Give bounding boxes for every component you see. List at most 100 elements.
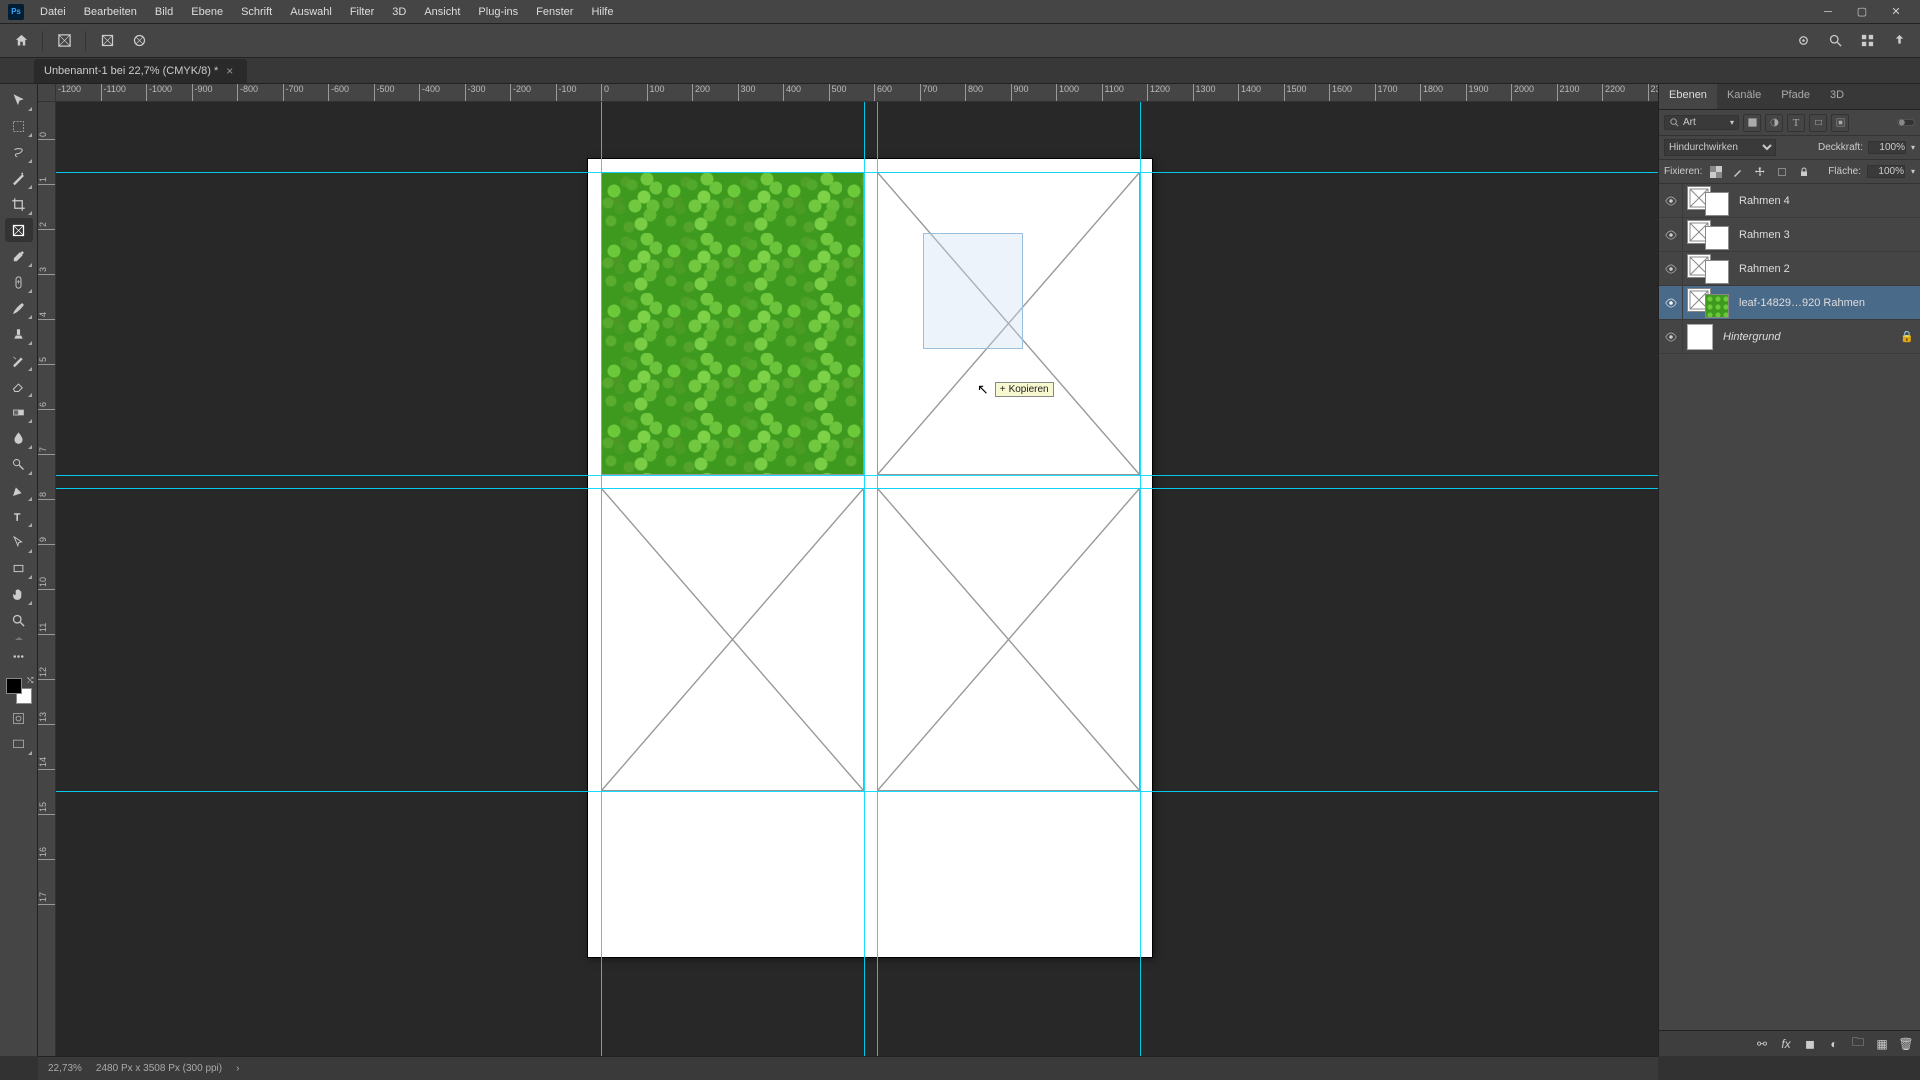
layer-rahmen-3[interactable]: Rahmen 3 — [1659, 218, 1920, 252]
layer-filter-search[interactable]: ▾ — [1664, 115, 1739, 130]
fill-input[interactable] — [1867, 165, 1905, 178]
filter-type-icon[interactable]: T — [1787, 114, 1805, 132]
menu-3d[interactable]: 3D — [384, 3, 414, 21]
filter-smartobject-icon[interactable] — [1831, 114, 1849, 132]
crop-tool[interactable] — [5, 192, 33, 216]
zoom-level[interactable]: 22,73% — [48, 1063, 82, 1074]
frame-4-empty[interactable] — [877, 488, 1140, 791]
foreground-color[interactable] — [6, 678, 22, 694]
tab-3d[interactable]: 3D — [1820, 84, 1854, 109]
frame-tool-indicator-icon[interactable] — [53, 30, 75, 52]
chevron-down-icon[interactable]: ▾ — [1911, 167, 1915, 176]
quickmask-icon[interactable] — [5, 706, 33, 730]
marquee-tool[interactable] — [5, 114, 33, 138]
visibility-toggle[interactable] — [1659, 252, 1683, 285]
tab-close-icon[interactable]: × — [226, 64, 233, 78]
doc-dimensions[interactable]: 2480 Px x 3508 Px (300 ppi) — [96, 1063, 222, 1074]
blend-mode-select[interactable]: Hindurchwirken — [1664, 139, 1776, 156]
tab-pfade[interactable]: Pfade — [1771, 84, 1820, 109]
frame-ellipse-option-icon[interactable] — [128, 30, 150, 52]
history-brush-tool[interactable] — [5, 348, 33, 372]
workspace-switcher-icon[interactable] — [1856, 30, 1878, 52]
tab-kanaele[interactable]: Kanäle — [1717, 84, 1771, 109]
move-tool[interactable] — [5, 88, 33, 112]
menu-auswahl[interactable]: Auswahl — [282, 3, 340, 21]
edit-toolbar-icon[interactable] — [5, 644, 33, 668]
menu-ansicht[interactable]: Ansicht — [416, 3, 468, 21]
dodge-tool[interactable] — [5, 452, 33, 476]
screenmode-icon[interactable] — [5, 732, 33, 756]
zoom-tool[interactable] — [5, 608, 33, 632]
link-layers-icon[interactable]: ⚯ — [1754, 1036, 1770, 1052]
guide-horizontal[interactable] — [56, 791, 1658, 792]
rectangle-tool[interactable] — [5, 556, 33, 580]
lasso-tool[interactable] — [5, 140, 33, 164]
filter-adjustment-icon[interactable] — [1765, 114, 1783, 132]
layer-leaf-frame[interactable]: leaf-14829…920 Rahmen — [1659, 286, 1920, 320]
menu-schrift[interactable]: Schrift — [233, 3, 280, 21]
canvas-area[interactable]: -1200-1100-1000-900-800-700-600-500-400-… — [38, 84, 1658, 1056]
clone-stamp-tool[interactable] — [5, 322, 33, 346]
frame-rect-option-icon[interactable] — [96, 30, 118, 52]
filter-pixel-icon[interactable] — [1743, 114, 1761, 132]
lock-pixels-icon[interactable] — [1730, 164, 1746, 180]
chevron-down-icon[interactable]: ▾ — [1911, 143, 1915, 152]
layer-name[interactable]: Rahmen 4 — [1739, 195, 1914, 207]
guide-vertical[interactable] — [864, 102, 865, 1056]
lock-position-icon[interactable] — [1752, 164, 1768, 180]
menu-filter[interactable]: Filter — [342, 3, 382, 21]
path-selection-tool[interactable] — [5, 530, 33, 554]
magic-wand-tool[interactable] — [5, 166, 33, 190]
layer-mask-icon[interactable]: ◼ — [1802, 1036, 1818, 1052]
window-close-button[interactable]: ✕ — [1880, 2, 1912, 22]
layer-rahmen-4[interactable]: Rahmen 4 — [1659, 184, 1920, 218]
type-tool[interactable]: T — [5, 504, 33, 528]
guide-vertical[interactable] — [601, 102, 602, 1056]
menu-datei[interactable]: Datei — [32, 3, 74, 21]
visibility-toggle[interactable] — [1659, 320, 1683, 353]
chevron-down-icon[interactable]: ▾ — [1730, 118, 1734, 127]
filter-toggle-switch[interactable] — [1897, 114, 1915, 132]
ruler-origin[interactable] — [38, 84, 56, 102]
lock-transparency-icon[interactable] — [1708, 164, 1724, 180]
opacity-input[interactable] — [1868, 141, 1906, 154]
delete-layer-icon[interactable]: 🗑 — [1898, 1036, 1914, 1052]
menu-ebene[interactable]: Ebene — [183, 3, 231, 21]
layer-name[interactable]: Rahmen 2 — [1739, 263, 1914, 275]
home-icon[interactable] — [10, 30, 32, 52]
window-restore-button[interactable]: ▢ — [1846, 2, 1878, 22]
eyedropper-tool[interactable] — [5, 244, 33, 268]
menu-hilfe[interactable]: Hilfe — [583, 3, 621, 21]
frame-tool[interactable] — [5, 218, 33, 242]
document-tab[interactable]: Unbenannt-1 bei 22,7% (CMYK/8) * × — [34, 59, 247, 83]
search-icon[interactable] — [1824, 30, 1846, 52]
guide-horizontal[interactable] — [56, 475, 1658, 476]
layer-name[interactable]: Rahmen 3 — [1739, 229, 1914, 241]
swap-colors-icon[interactable]: ⤭ — [27, 676, 33, 686]
share-icon[interactable] — [1888, 30, 1910, 52]
lock-all-icon[interactable] — [1796, 164, 1812, 180]
guide-vertical[interactable] — [877, 102, 878, 1056]
new-layer-icon[interactable]: ▦ — [1874, 1036, 1890, 1052]
menu-plugins[interactable]: Plug-ins — [470, 3, 526, 21]
hand-tool[interactable] — [5, 582, 33, 606]
frame-3-empty[interactable] — [601, 488, 864, 791]
status-chevron-icon[interactable]: › — [236, 1063, 239, 1074]
layer-thumbnail[interactable] — [1687, 324, 1713, 350]
layer-filter-input[interactable] — [1683, 117, 1727, 128]
eraser-tool[interactable] — [5, 374, 33, 398]
adjustment-layer-icon[interactable]: ◐ — [1826, 1036, 1842, 1052]
visibility-toggle[interactable] — [1659, 286, 1683, 319]
lock-icon[interactable]: 🔒 — [1900, 330, 1914, 343]
layer-rahmen-2[interactable]: Rahmen 2 — [1659, 252, 1920, 286]
window-minimize-button[interactable]: ─ — [1812, 2, 1844, 22]
layer-hintergrund[interactable]: Hintergrund 🔒 — [1659, 320, 1920, 354]
layer-name[interactable]: leaf-14829…920 Rahmen — [1739, 297, 1914, 309]
menu-bearbeiten[interactable]: Bearbeiten — [76, 3, 145, 21]
menu-bild[interactable]: Bild — [147, 3, 181, 21]
menu-fenster[interactable]: Fenster — [528, 3, 581, 21]
lock-artboard-icon[interactable] — [1774, 164, 1790, 180]
layer-name[interactable]: Hintergrund — [1723, 331, 1900, 343]
filter-shape-icon[interactable] — [1809, 114, 1827, 132]
guide-horizontal[interactable] — [56, 488, 1658, 489]
